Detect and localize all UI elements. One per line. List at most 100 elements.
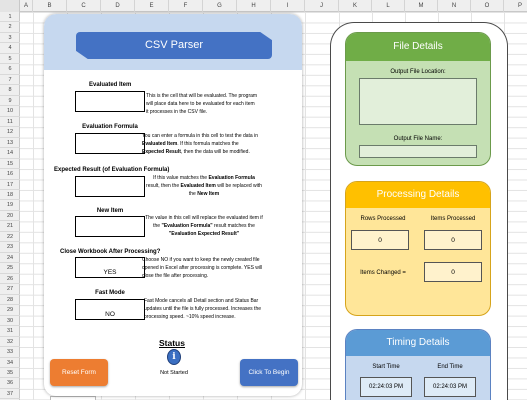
- row-header-cell[interactable]: 10: [0, 106, 20, 117]
- row-header-cell[interactable]: 22: [0, 232, 20, 243]
- row-header-cell[interactable]: 19: [0, 200, 20, 211]
- column-header-cell[interactable]: H: [237, 0, 271, 12]
- row-header-cell[interactable]: 33: [0, 347, 20, 358]
- row-header-cell[interactable]: 32: [0, 337, 20, 348]
- column-header-cell[interactable]: C: [67, 0, 101, 12]
- items-processed-value: 0: [424, 230, 482, 250]
- evaluated-item-input[interactable]: [75, 91, 145, 112]
- row-header-cell[interactable]: 9: [0, 96, 20, 107]
- items-changed-label: Items Changed =: [360, 270, 406, 276]
- expected-result-input[interactable]: [75, 176, 145, 197]
- column-header-cell[interactable]: E: [135, 0, 169, 12]
- row-header-cell[interactable]: 34: [0, 358, 20, 368]
- row-header-cell[interactable]: 26: [0, 274, 20, 285]
- row-header-cell[interactable]: 17: [0, 180, 20, 190]
- details-panel: File Details Output File Location: Outpu…: [330, 22, 508, 400]
- start-time-value: 02:24:03 PM: [360, 377, 412, 397]
- end-time-value: 02:24:03 PM: [424, 377, 476, 397]
- column-header-cell[interactable]: B: [33, 0, 67, 12]
- items-changed-value: 0: [424, 262, 482, 282]
- output-file-name-label: Output File Name:: [393, 136, 443, 142]
- click-to-begin-button[interactable]: Click To Begin: [240, 359, 298, 386]
- new-item-description: The value in this cell will replace the …: [145, 215, 263, 238]
- row-header-cell[interactable]: 36: [0, 378, 20, 389]
- row-header-cell[interactable]: 16: [0, 169, 20, 180]
- row-header-cell[interactable]: 20: [0, 211, 20, 222]
- select-all-corner[interactable]: [0, 0, 20, 12]
- row-header-cell[interactable]: 21: [0, 221, 20, 232]
- column-header-cell[interactable]: L: [372, 0, 405, 12]
- row-header-cell[interactable]: 35: [0, 368, 20, 379]
- end-time-label: End Time: [437, 364, 463, 370]
- rows-processed-value: 0: [351, 230, 409, 250]
- row-header-cell[interactable]: 11: [0, 117, 20, 128]
- row-header-cell[interactable]: 8: [0, 85, 20, 96]
- new-item-label: New Item: [96, 208, 124, 214]
- processing-details-title: Processing Details: [346, 182, 490, 208]
- row-header-cell[interactable]: 7: [0, 75, 20, 86]
- sheet-tab[interactable]: [50, 396, 96, 400]
- row-header-cell[interactable]: 37: [0, 389, 20, 400]
- row-header-cell[interactable]: 23: [0, 242, 20, 253]
- row-header-cell[interactable]: 24: [0, 253, 20, 264]
- start-time-label: Start Time: [372, 364, 400, 370]
- column-header-cell[interactable]: N: [438, 0, 471, 12]
- column-header-cell[interactable]: I: [271, 0, 305, 12]
- column-header-cell[interactable]: A: [20, 0, 33, 12]
- column-header-cell[interactable]: D: [101, 0, 135, 12]
- row-header: 1 2 3 4 5 6 7 8 9 10 11 12 13 14 15 16 17 18 19 20 21 22 23 24 2…: [0, 12, 20, 400]
- items-processed-label: Items Processed: [430, 216, 476, 222]
- expected-result-label: Expected Result (of Evaluation Formula): [54, 167, 170, 173]
- column-header-cell[interactable]: P: [504, 0, 527, 12]
- info-icon: i: [167, 349, 181, 365]
- file-details-section: File Details Output File Location: Outpu…: [345, 32, 491, 166]
- column-header-cell[interactable]: O: [471, 0, 504, 12]
- column-header-cell[interactable]: F: [169, 0, 203, 12]
- status-label: Status: [159, 338, 185, 348]
- output-file-location-field[interactable]: [359, 78, 477, 125]
- column-header-cell[interactable]: J: [305, 0, 339, 12]
- row-header-cell[interactable]: 6: [0, 64, 20, 75]
- output-file-name-field[interactable]: [359, 145, 477, 158]
- row-header-cell[interactable]: 31: [0, 326, 20, 337]
- column-header: ABCDEFGHIJKLMNOP: [0, 0, 527, 12]
- new-item-input[interactable]: [75, 216, 145, 237]
- page-title: CSV Parser: [76, 32, 272, 59]
- fast-mode-description: Fast Mode cancels all Detail section and…: [144, 298, 262, 321]
- row-header-cell[interactable]: 25: [0, 263, 20, 274]
- file-details-title: File Details: [346, 33, 490, 61]
- row-header-cell[interactable]: 15: [0, 159, 20, 170]
- evaluation-formula-input[interactable]: [75, 133, 145, 154]
- row-header-cell[interactable]: 1: [0, 12, 20, 23]
- row-header-cell[interactable]: 30: [0, 316, 20, 327]
- close-workbook-description: Choose NO if you want to keep the newly …: [142, 257, 263, 280]
- reset-form-button[interactable]: Reset Form: [50, 359, 108, 386]
- fast-mode-input[interactable]: NO: [75, 299, 145, 320]
- column-header-cell[interactable]: M: [405, 0, 438, 12]
- row-header-cell[interactable]: 5: [0, 54, 20, 65]
- column-header-cell[interactable]: G: [203, 0, 237, 12]
- close-workbook-label: Close Workbook After Processing?: [60, 249, 161, 255]
- status-text: Not Started: [160, 370, 188, 376]
- row-header-cell[interactable]: 12: [0, 127, 20, 138]
- row-header-cell[interactable]: 4: [0, 43, 20, 54]
- row-header-cell[interactable]: 13: [0, 138, 20, 149]
- rows-processed-label: Rows Processed: [360, 216, 406, 222]
- output-file-location-label: Output File Location:: [390, 69, 446, 75]
- evaluated-item-label: Evaluated Item: [89, 82, 132, 88]
- timing-details-section: Timing Details Start Time 02:24:03 PM En…: [345, 329, 491, 400]
- csv-parser-panel: CSV Parser Evaluated Item This is the ce…: [44, 14, 302, 396]
- row-header-cell[interactable]: 2: [0, 22, 20, 33]
- row-header-cell[interactable]: 3: [0, 33, 20, 44]
- row-header-cell[interactable]: 18: [0, 190, 20, 201]
- column-header-cell[interactable]: K: [339, 0, 372, 12]
- row-header-cell[interactable]: 28: [0, 295, 20, 306]
- evaluation-formula-label: Evaluation Formula: [82, 124, 138, 130]
- fast-mode-label: Fast Mode: [95, 290, 125, 296]
- row-header-cell[interactable]: 14: [0, 148, 20, 159]
- processing-details-section: Processing Details Rows Processed 0 Item…: [345, 181, 491, 316]
- timing-details-title: Timing Details: [346, 330, 490, 356]
- row-header-cell[interactable]: 29: [0, 305, 20, 316]
- close-workbook-input[interactable]: YES: [75, 257, 145, 278]
- row-header-cell[interactable]: 27: [0, 284, 20, 295]
